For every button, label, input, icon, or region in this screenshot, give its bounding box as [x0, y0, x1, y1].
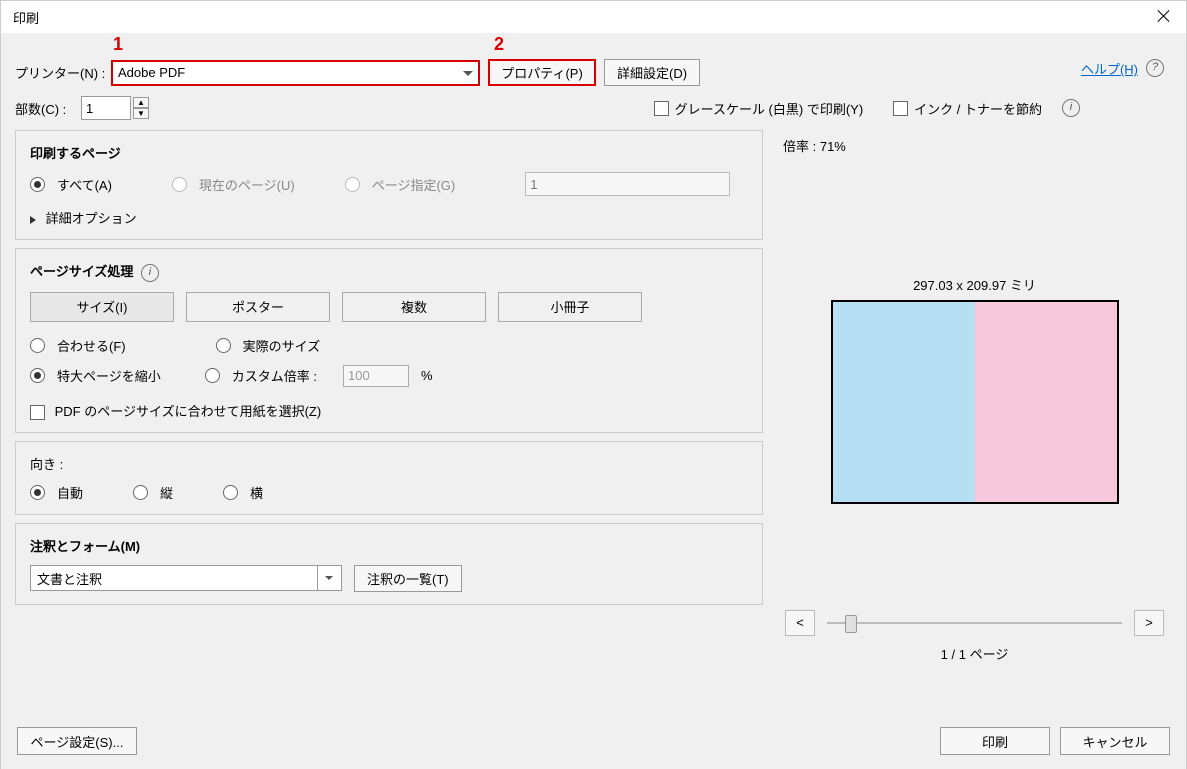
pages-current-label: 現在のページ(U): [199, 175, 295, 194]
copies-label: 部数(C) :: [15, 99, 81, 118]
dialog-title: 印刷: [13, 8, 1174, 27]
actual-radio[interactable]: [216, 338, 231, 353]
print-button[interactable]: 印刷: [940, 727, 1050, 755]
advanced-button[interactable]: 詳細設定(D): [604, 59, 700, 86]
spinner-up-icon[interactable]: ▲: [133, 97, 149, 108]
pages-panel: 印刷するページ すべて(A) 現在のページ(U) ページ指定(G): [15, 130, 763, 240]
orient-auto-radio[interactable]: [30, 485, 45, 500]
annotations-title: 注釈とフォーム(M): [30, 536, 748, 555]
size-panel-title: ページサイズ処理 i: [30, 261, 748, 282]
pages-current-radio[interactable]: [172, 177, 187, 192]
pages-all-radio[interactable]: [30, 177, 45, 192]
pages-all-label: すべて(A): [57, 175, 112, 194]
close-icon[interactable]: [1156, 8, 1172, 24]
fit-radio[interactable]: [30, 338, 45, 353]
size-panel: ページサイズ処理 i サイズ(I) ポスター 複数 小冊子 合わせる(F) 実際…: [15, 248, 763, 433]
pages-range-label: ページ指定(G): [372, 175, 456, 194]
printer-dropdown[interactable]: Adobe PDF: [111, 60, 480, 86]
preview-left-page: [833, 302, 975, 502]
pages-range-radio[interactable]: [345, 177, 360, 192]
callout-1: 1: [113, 34, 123, 55]
info-icon[interactable]: i: [141, 264, 159, 282]
dialog-body: 1 2 プリンター(N) : Adobe PDF プロパティ(P) 詳細設定(D…: [1, 33, 1186, 769]
copies-input[interactable]: [81, 96, 131, 120]
info-icon[interactable]: i: [1062, 99, 1080, 117]
pdf-size-checkbox[interactable]: [30, 405, 45, 420]
save-ink-label: インク / トナーを節約: [914, 99, 1042, 118]
preview-slider[interactable]: [827, 612, 1122, 634]
printer-label: プリンター(N) :: [15, 63, 111, 82]
scale-label: 倍率 : 71%: [783, 136, 1166, 155]
shrink-radio[interactable]: [30, 368, 45, 383]
help-link[interactable]: ヘルプ(H): [1081, 59, 1138, 78]
orient-portrait-radio[interactable]: [133, 485, 148, 500]
footer: ページ設定(S)... 印刷 キャンセル: [1, 713, 1186, 769]
titlebar: 印刷: [1, 1, 1186, 33]
help-info-icon[interactable]: ?: [1146, 59, 1164, 77]
triangle-right-icon: [30, 216, 36, 224]
page-setup-button[interactable]: ページ設定(S)...: [17, 727, 137, 755]
preview-dimensions: 297.03 x 209.97 ミリ: [783, 275, 1166, 294]
annotations-list-button[interactable]: 注釈の一覧(T): [354, 565, 462, 592]
pages-range-input[interactable]: [525, 172, 730, 196]
custom-scale-radio[interactable]: [205, 368, 220, 383]
size-tab-size[interactable]: サイズ(I): [30, 292, 174, 322]
chevron-down-icon: [325, 576, 333, 580]
expand-options[interactable]: 詳細オプション: [30, 208, 748, 227]
preview-area: 倍率 : 71% 297.03 x 209.97 ミリ < > 1 / 1 ペー…: [777, 130, 1172, 658]
preview-prev-button[interactable]: <: [785, 610, 815, 636]
callout-2: 2: [494, 34, 504, 55]
grayscale-label: グレースケール (白黒) で印刷(Y): [675, 99, 864, 118]
custom-scale-input[interactable]: [343, 365, 409, 387]
properties-button[interactable]: プロパティ(P): [488, 59, 596, 86]
pages-panel-title: 印刷するページ: [30, 143, 748, 162]
annotations-combo[interactable]: 文書と注釈: [30, 565, 342, 591]
spinner-down-icon[interactable]: ▼: [133, 108, 149, 119]
preview-right-page: [975, 302, 1117, 502]
size-tab-poster[interactable]: ポスター: [186, 292, 330, 322]
orientation-panel: 向き : 自動 縦 横: [15, 441, 763, 515]
size-tab-multi[interactable]: 複数: [342, 292, 486, 322]
save-ink-checkbox[interactable]: [893, 101, 908, 116]
cancel-button[interactable]: キャンセル: [1060, 727, 1170, 755]
grayscale-checkbox[interactable]: [654, 101, 669, 116]
printer-dropdown-value: Adobe PDF: [118, 65, 185, 80]
preview-next-button[interactable]: >: [1134, 610, 1164, 636]
orient-landscape-radio[interactable]: [223, 485, 238, 500]
chevron-down-icon: [463, 71, 473, 76]
size-tab-booklet[interactable]: 小冊子: [498, 292, 642, 322]
slider-thumb[interactable]: [845, 615, 857, 633]
annotations-panel: 注釈とフォーム(M) 文書と注釈 注釈の一覧(T): [15, 523, 763, 605]
orientation-title: 向き :: [30, 454, 748, 473]
preview-box: [831, 300, 1119, 504]
page-indicator: 1 / 1 ページ: [783, 644, 1166, 663]
copies-spinner[interactable]: ▲ ▼: [133, 97, 149, 119]
